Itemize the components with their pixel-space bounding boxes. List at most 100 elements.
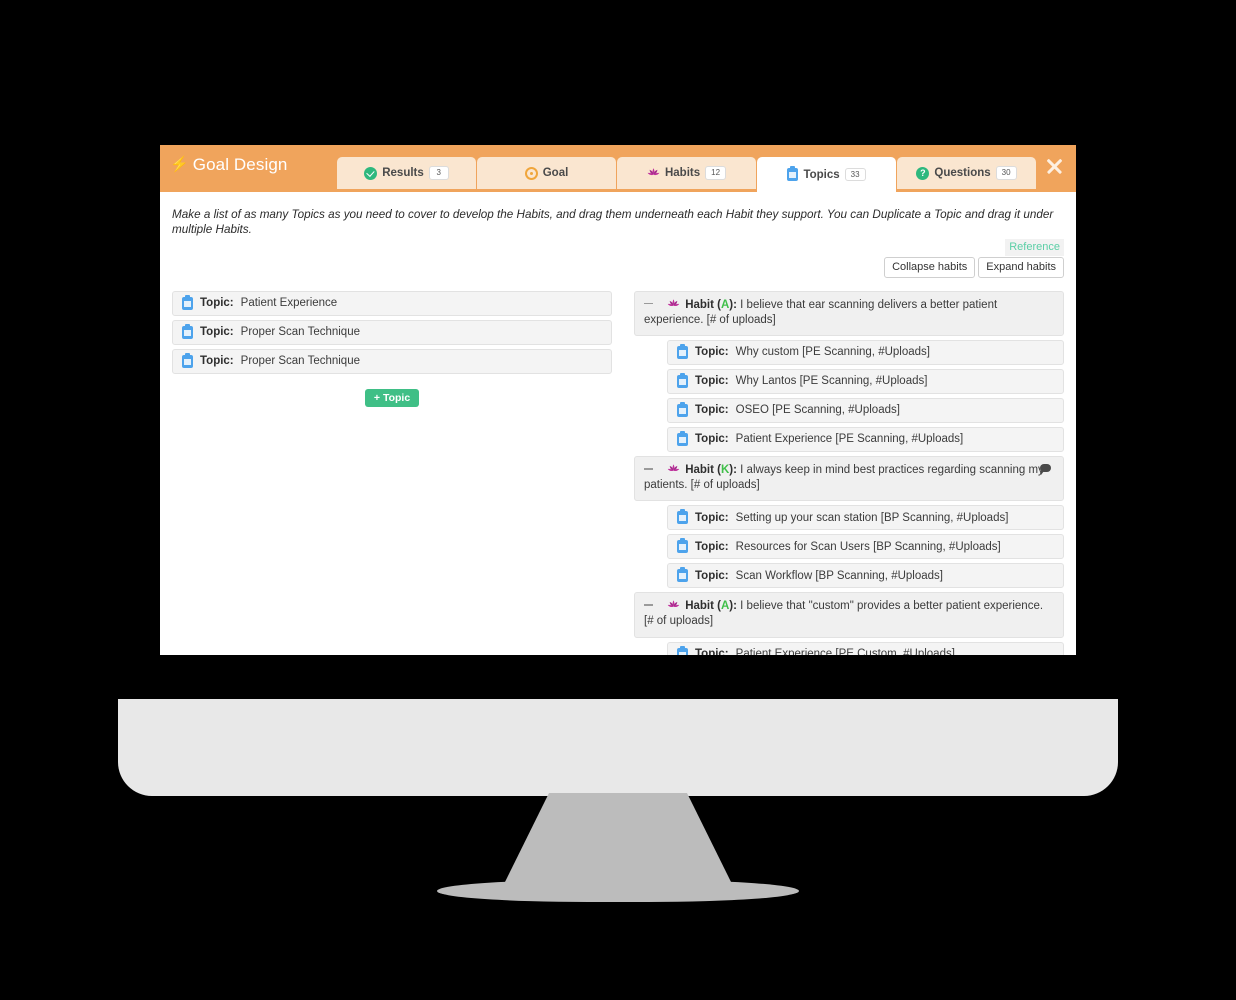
habit-label: Habit xyxy=(685,600,714,613)
topic-label: Topic: xyxy=(695,404,729,417)
comment-icon[interactable] xyxy=(1040,463,1051,475)
add-topic-label: Topic xyxy=(382,391,411,404)
topic-name: Patient Experience xyxy=(240,297,338,310)
list-item[interactable]: Topic: Proper Scan Technique xyxy=(172,319,612,345)
topic-label: Topic: xyxy=(695,569,729,582)
list-item[interactable]: Topic: Why custom [PE Scanning, #Uploads… xyxy=(667,339,1064,365)
topic-name: Why custom [PE Scanning, #Uploads] xyxy=(735,346,930,359)
list-item[interactable]: Topic: Resources for Scan Users [BP Scan… xyxy=(667,534,1064,560)
monitor-chin xyxy=(118,699,1118,796)
app-header: ⚡ Goal Design Results 3 Goal Habits 12 T… xyxy=(160,145,1076,192)
check-circle-icon xyxy=(364,166,378,180)
lotus-icon xyxy=(667,298,680,306)
clipboard-icon xyxy=(677,430,688,446)
clipboard-icon xyxy=(677,567,688,583)
tab-habits-label: Habits xyxy=(664,167,701,179)
topic-name: Setting up your scan station [BP Scannin… xyxy=(735,511,1009,524)
collapse-minus-icon[interactable] xyxy=(644,302,653,305)
habit-header[interactable]: Habit (A): I believe that ear scanning d… xyxy=(634,290,1064,336)
topic-label: Topic: xyxy=(200,326,234,339)
list-item[interactable]: Topic: Proper Scan Technique xyxy=(172,348,612,374)
habit-block: Habit (K): I always keep in mind best pr… xyxy=(634,455,1064,589)
list-item[interactable]: Topic: Why Lantos [PE Scanning, #Uploads… xyxy=(667,368,1064,394)
list-item[interactable]: Topic: OSEO [PE Scanning, #Uploads] xyxy=(667,397,1064,423)
clipboard-icon xyxy=(677,509,688,525)
tab-goal[interactable]: Goal xyxy=(477,157,616,189)
tab-goal-label: Goal xyxy=(542,167,569,179)
clipboard-icon xyxy=(677,372,688,388)
topic-label: Topic: xyxy=(200,297,234,310)
tab-results[interactable]: Results 3 xyxy=(337,157,476,189)
topic-name: OSEO [PE Scanning, #Uploads] xyxy=(735,404,900,417)
topic-name: Proper Scan Technique xyxy=(240,355,360,368)
habit-label: Habit xyxy=(685,463,714,476)
topic-label: Topic: xyxy=(695,540,729,553)
expand-habits-button[interactable]: Expand habits xyxy=(978,257,1064,278)
clipboard-icon xyxy=(787,166,799,181)
plus-icon: + xyxy=(373,391,380,404)
close-icon[interactable] xyxy=(1043,155,1065,177)
topic-name: Scan Workflow [BP Scanning, #Uploads] xyxy=(735,569,943,582)
question-circle-icon: ? xyxy=(916,166,930,180)
topic-label: Topic: xyxy=(695,346,729,359)
topic-label: Topic: xyxy=(695,648,729,655)
list-item[interactable]: Topic: Scan Workflow [BP Scanning, #Uplo… xyxy=(667,563,1064,589)
topic-label: Topic: xyxy=(695,511,729,524)
tab-questions-label: Questions xyxy=(934,167,991,179)
tab-habits[interactable]: Habits 12 xyxy=(617,157,756,189)
collapse-habits-button[interactable]: Collapse habits xyxy=(884,257,976,278)
collapse-minus-icon[interactable] xyxy=(644,468,653,470)
topic-label: Topic: xyxy=(695,433,729,446)
habit-controls: Collapse habits Expand habits xyxy=(884,257,1064,278)
tab-topics-label: Topics xyxy=(803,168,840,181)
tab-results-label: Results xyxy=(382,167,424,179)
topic-name: Why Lantos [PE Scanning, #Uploads] xyxy=(735,375,928,388)
clipboard-icon xyxy=(182,294,193,310)
clipboard-icon xyxy=(677,645,688,655)
target-icon xyxy=(524,166,538,180)
habit-topics: Topic: Why custom [PE Scanning, #Uploads… xyxy=(634,339,1064,452)
lotus-icon xyxy=(667,464,680,471)
add-topic-button[interactable]: + Topic xyxy=(364,388,420,407)
list-item[interactable]: Topic: Patient Experience [PE Custom, #U… xyxy=(667,641,1064,655)
list-item[interactable]: Topic: Patient Experience [PE Scanning, … xyxy=(667,426,1064,452)
topic-label: Topic: xyxy=(695,375,729,388)
tab-questions-count: 30 xyxy=(995,166,1017,180)
tab-topics-count: 33 xyxy=(844,167,866,182)
list-item[interactable]: Topic: Setting up your scan station [BP … xyxy=(667,505,1064,531)
bolt-icon: ⚡ xyxy=(170,155,189,173)
habits-column: Habit (A): I believe that ear scanning d… xyxy=(634,290,1064,655)
tab-bar: Results 3 Goal Habits 12 Topics 33 ? Que… xyxy=(337,157,1036,192)
panel-body: Make a list of as many Topics as you nee… xyxy=(160,192,1076,655)
habit-label: Habit xyxy=(685,298,714,311)
monitor-base xyxy=(437,880,799,902)
topic-name: Patient Experience [PE Scanning, #Upload… xyxy=(735,433,964,446)
tab-topics[interactable]: Topics 33 xyxy=(757,157,896,192)
clipboard-icon xyxy=(182,352,193,368)
habit-header[interactable]: Habit (K): I always keep in mind best pr… xyxy=(634,455,1064,502)
clipboard-icon xyxy=(677,538,688,554)
add-topic-row: + Topic xyxy=(172,388,612,407)
lotus-icon xyxy=(647,167,660,175)
habit-header[interactable]: Habit (A): I believe that "custom" provi… xyxy=(634,592,1064,638)
topic-label: Topic: xyxy=(200,355,234,368)
list-item[interactable]: Topic: Patient Experience xyxy=(172,290,612,316)
instructions-text: Make a list of as many Topics as you nee… xyxy=(172,208,1054,237)
tab-results-count: 3 xyxy=(428,166,449,180)
lotus-icon xyxy=(667,600,680,608)
collapse-minus-icon[interactable] xyxy=(644,604,653,606)
habit-topics: Topic: Patient Experience [PE Custom, #U… xyxy=(634,641,1064,655)
toolbar: Reference Collapse habits Expand habits xyxy=(172,239,1064,278)
tab-habits-count: 12 xyxy=(705,166,727,180)
topic-name: Resources for Scan Users [BP Scanning, #… xyxy=(735,540,1001,553)
topic-name: Proper Scan Technique xyxy=(240,326,360,339)
tab-questions[interactable]: ? Questions 30 xyxy=(897,157,1036,189)
page-title: ⚡ Goal Design xyxy=(170,155,287,175)
monitor-screen: ⚡ Goal Design Results 3 Goal Habits 12 T… xyxy=(160,145,1076,655)
clipboard-icon xyxy=(677,401,688,417)
habit-topics: Topic: Setting up your scan station [BP … xyxy=(634,505,1064,589)
unassigned-topics-column: Topic: Patient Experience Topic: Proper … xyxy=(172,290,612,655)
clipboard-icon xyxy=(677,343,688,359)
reference-link[interactable]: Reference xyxy=(1005,239,1064,257)
monitor-stand xyxy=(503,793,733,893)
